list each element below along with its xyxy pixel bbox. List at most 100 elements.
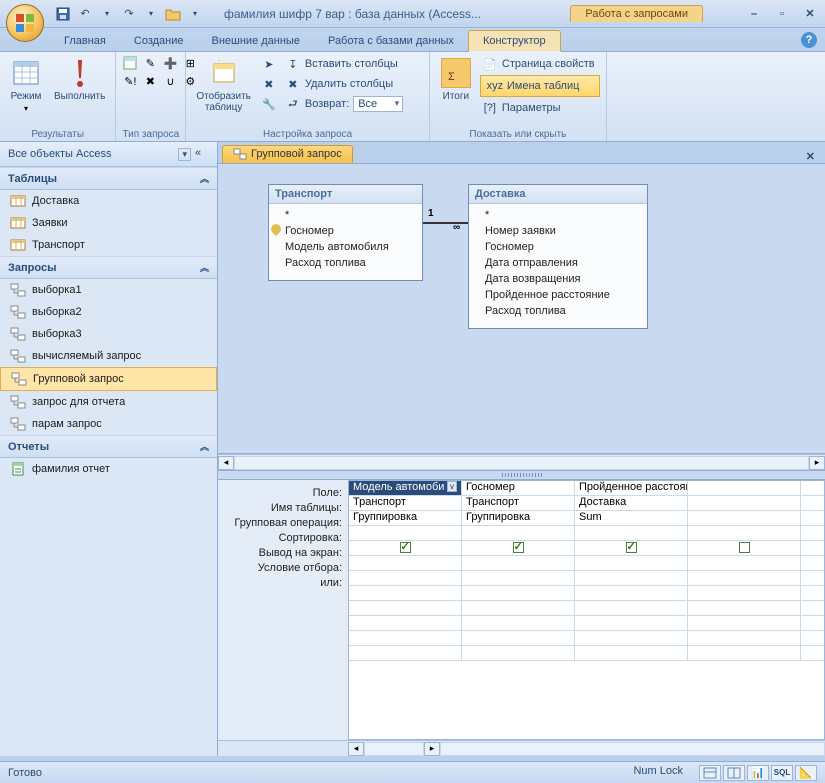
grid-cell[interactable] [349,541,462,555]
grid-cell[interactable] [462,601,575,615]
grid-cell[interactable] [349,601,462,615]
qat-dropdown2-icon[interactable]: ▾ [142,5,160,23]
property-sheet-button[interactable]: 📄Страница свойств [480,55,600,73]
builder-button[interactable]: 🔧 [259,95,279,113]
grid-cell[interactable] [575,616,688,630]
nav-query-item[interactable]: парам запрос [0,413,217,435]
grid-hscroll[interactable]: ◂▸ [218,740,825,756]
grid-cell[interactable] [688,571,801,585]
nav-category-tables[interactable]: Таблицы︽ [0,167,217,190]
show-checkbox[interactable] [400,542,411,553]
grid-cell[interactable] [349,646,462,660]
view-button[interactable]: Режим ▾ [6,55,46,115]
relationship-line[interactable] [423,222,468,224]
grid-cell[interactable]: Модель автомобиv [349,481,462,495]
nav-query-item[interactable]: выборка3 [0,323,217,345]
totals-button[interactable]: Σ Итоги [436,55,476,104]
design-view-btn[interactable]: 📐 [795,765,817,781]
grid-cell[interactable] [462,541,575,555]
nav-query-item[interactable]: вычисляемый запрос [0,345,217,367]
grid-cell[interactable] [462,631,575,645]
grid-cell[interactable]: Госномер [462,481,575,495]
grid-cell[interactable] [349,571,462,585]
grid-cell[interactable] [688,481,801,495]
show-table-button[interactable]: + Отобразить таблицу [192,55,255,115]
field-item[interactable]: Госномер [485,240,639,256]
delete-columns-button[interactable]: ✖Удалить столбцы [283,75,423,93]
grid-cell[interactable] [349,556,462,570]
help-icon[interactable]: ? [801,32,817,48]
insert-rows-button[interactable]: ➤ [259,55,279,73]
table-box-transport[interactable]: Транспорт *ГосномерМодель автомобиляРасх… [268,184,423,281]
doc-close-button[interactable]: ✕ [800,150,821,163]
close-button[interactable]: ✕ [799,6,821,22]
datasheet-view-btn[interactable] [699,765,721,781]
show-checkbox[interactable] [626,542,637,553]
grid-cell[interactable]: Пройденное расстояние [575,481,688,495]
pane-splitter[interactable] [218,470,825,480]
scroll-right-icon[interactable]: ▸ [809,456,825,470]
nav-query-item[interactable]: выборка2 [0,301,217,323]
field-item[interactable]: Расход топлива [485,304,639,320]
table-box-delivery[interactable]: Доставка *Номер заявкиГосномерДата отпра… [468,184,648,329]
grid-cell[interactable] [349,631,462,645]
field-item[interactable]: Дата отправления [485,256,639,272]
grid-cell[interactable] [462,586,575,600]
scroll-left-icon[interactable]: ◂ [218,456,234,470]
grid-cell[interactable] [688,646,801,660]
field-item[interactable]: Номер заявки [485,224,639,240]
qat-more-icon[interactable]: ▾ [186,5,204,23]
grid-cell[interactable]: Транспорт [349,496,462,510]
grid-cell[interactable] [575,556,688,570]
nav-category-queries[interactable]: Запросы︽ [0,256,217,279]
nav-table-item[interactable]: Заявки [0,212,217,234]
doc-tab-group-query[interactable]: Групповой запрос [222,145,353,163]
grid-cell[interactable]: Группировка [349,511,462,525]
insert-columns-button[interactable]: ↧Вставить столбцы [283,55,423,73]
tab-create[interactable]: Создание [120,31,198,51]
nav-header[interactable]: Все объекты Access ▾ « [0,142,217,167]
show-checkbox[interactable] [513,542,524,553]
delete-q-icon[interactable]: ✖ [142,73,158,89]
grid-cell[interactable] [688,631,801,645]
minimize-button[interactable]: – [743,6,765,22]
scroll-right-icon[interactable]: ▸ [424,742,440,756]
grid-cell[interactable] [575,631,688,645]
nav-search-icon[interactable]: « [195,147,209,161]
grid-cell[interactable] [462,526,575,540]
grid-cell[interactable] [575,586,688,600]
office-button[interactable] [6,4,44,42]
run-button[interactable]: Выполнить [50,55,109,104]
nav-query-item[interactable]: выборка1 [0,279,217,301]
save-icon[interactable] [54,5,72,23]
grid-cell[interactable] [575,526,688,540]
nav-query-item[interactable]: запрос для отчета [0,391,217,413]
query-diagram-pane[interactable]: Транспорт *ГосномерМодель автомобиляРасх… [218,164,825,454]
field-item[interactable]: Модель автомобиля [285,240,414,256]
grid-cell[interactable]: Доставка [575,496,688,510]
union-icon[interactable]: ∪ [162,73,178,89]
nav-table-item[interactable]: Транспорт [0,234,217,256]
delete-rows-button[interactable]: ✖ [259,75,279,93]
table-names-button[interactable]: xyzИмена таблиц [480,75,600,97]
field-item[interactable]: Госномер [285,224,414,240]
field-item[interactable]: Расход топлива [285,256,414,272]
grid-cell[interactable] [688,586,801,600]
diagram-hscroll[interactable]: ◂▸ [218,454,825,470]
make-table-icon[interactable]: ✎ [142,55,158,71]
parameters-button[interactable]: [?]Параметры [480,99,600,117]
field-item[interactable]: * [285,208,414,224]
pivot-view-btn[interactable] [723,765,745,781]
grid-cell[interactable] [688,556,801,570]
undo-icon[interactable]: ↶ [76,5,94,23]
select-query-icon[interactable] [122,55,138,71]
field-item[interactable]: * [485,208,639,224]
tab-home[interactable]: Главная [50,31,120,51]
grid-cell[interactable] [462,616,575,630]
grid-cell[interactable] [349,586,462,600]
maximize-button[interactable]: ▫ [771,6,793,22]
scroll-left-icon[interactable]: ◂ [348,742,364,756]
grid-cell[interactable] [349,616,462,630]
grid-cell[interactable] [688,601,801,615]
qat-dropdown-icon[interactable]: ▾ [98,5,116,23]
